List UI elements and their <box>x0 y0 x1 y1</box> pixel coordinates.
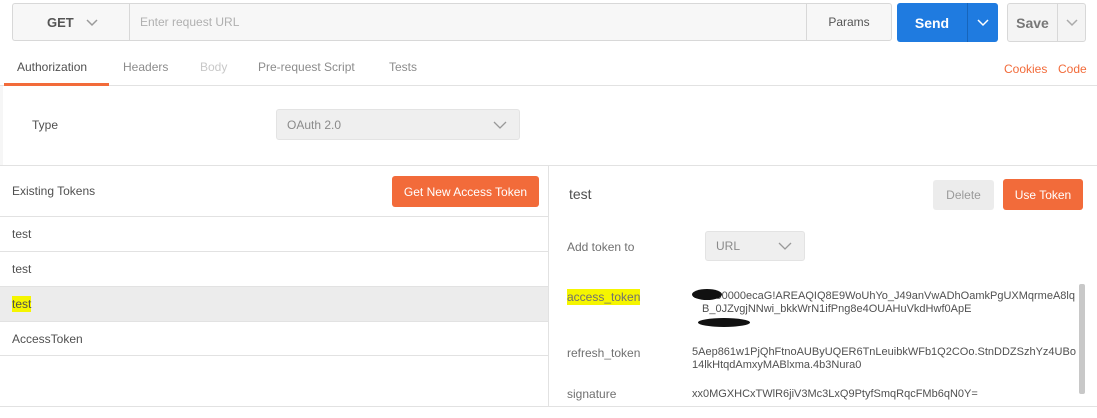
left-edge <box>0 86 3 166</box>
token-name: test <box>12 262 32 276</box>
access-token-label: access_token <box>567 289 641 305</box>
request-bar: GET Params Send Save <box>0 0 1097 46</box>
token-name: test <box>12 227 32 241</box>
add-token-to-select[interactable]: URL <box>705 231 805 261</box>
access-token-value: A000000ecaG!AREAQIQ8E9WoUhYo_J49anVwADhO… <box>702 290 1075 315</box>
scrollbar[interactable] <box>1079 284 1085 394</box>
request-tabs: Authorization Headers Body Pre-request S… <box>0 46 1097 86</box>
auth-type-label: Type <box>32 118 59 132</box>
tab-body[interactable]: Body <box>200 60 227 74</box>
tab-headers[interactable]: Headers <box>123 60 168 74</box>
get-new-access-token-button[interactable]: Get New Access Token <box>392 176 539 207</box>
token-name: AccessToken <box>12 331 83 346</box>
save-button[interactable]: Save <box>1007 3 1058 42</box>
existing-tokens-heading: Existing Tokens <box>12 184 96 198</box>
code-link[interactable]: Code <box>1058 62 1087 76</box>
signature-value: xx0MGXHCxTWlR6jiV3Mc3LxQ9PtyfSmqRqcFMb6q… <box>692 388 978 400</box>
delete-token-button[interactable]: Delete <box>933 180 994 210</box>
save-options-button[interactable] <box>1057 3 1086 42</box>
existing-tokens-panel: Existing Tokens Get New Access Token tes… <box>0 166 549 406</box>
url-input[interactable] <box>129 3 807 41</box>
redaction-scribble <box>692 289 722 300</box>
token-name: test <box>12 296 32 312</box>
tab-tests[interactable]: Tests <box>389 60 417 74</box>
chevron-down-icon <box>493 118 507 132</box>
refresh-token-label: refresh_token <box>567 346 641 360</box>
tab-authorization[interactable]: Authorization <box>17 60 87 74</box>
send-button[interactable]: Send <box>897 3 967 42</box>
chevron-down-icon <box>1065 16 1078 30</box>
use-token-button[interactable]: Use Token <box>1003 179 1083 210</box>
save-label: Save <box>1016 14 1049 31</box>
delete-label: Delete <box>946 188 981 202</box>
method-select[interactable]: GET <box>12 3 129 41</box>
params-label: Params <box>828 15 870 29</box>
token-title: test <box>569 186 592 202</box>
token-list-item[interactable]: test <box>0 216 548 251</box>
token-detail-panel: test Delete Use Token Add token to URL a… <box>550 166 1097 406</box>
cookies-link[interactable]: Cookies <box>1004 62 1047 76</box>
token-list-item[interactable]: AccessToken <box>0 321 548 356</box>
token-list: test test test AccessToken <box>0 216 548 356</box>
token-list-item-selected[interactable]: test <box>0 286 548 321</box>
send-label: Send <box>914 14 950 31</box>
params-button[interactable]: Params <box>806 3 892 41</box>
auth-type-value: OAuth 2.0 <box>287 117 342 132</box>
redaction-scribble <box>698 318 750 327</box>
chevron-down-icon <box>778 239 792 253</box>
tab-pre-request-script[interactable]: Pre-request Script <box>258 60 355 74</box>
add-token-to-label: Add token to <box>567 240 635 254</box>
auth-type-select[interactable]: OAuth 2.0 <box>276 109 520 140</box>
token-list-item[interactable]: test <box>0 251 548 286</box>
refresh-token-value: 5Aep861w1PjQhFtnoAUByUQER6TnLeuibkWFb1Q2… <box>692 346 1076 371</box>
active-tab-indicator <box>4 83 109 86</box>
chevron-down-icon <box>977 16 989 30</box>
method-label: GET <box>47 14 74 30</box>
add-token-to-value: URL <box>716 239 741 253</box>
signature-label: signature <box>567 387 617 401</box>
divider <box>0 406 1097 407</box>
chevron-down-icon <box>86 15 98 30</box>
use-token-label: Use Token <box>1014 187 1072 202</box>
send-options-button[interactable] <box>967 3 998 42</box>
get-new-access-token-label: Get New Access Token <box>403 184 528 199</box>
